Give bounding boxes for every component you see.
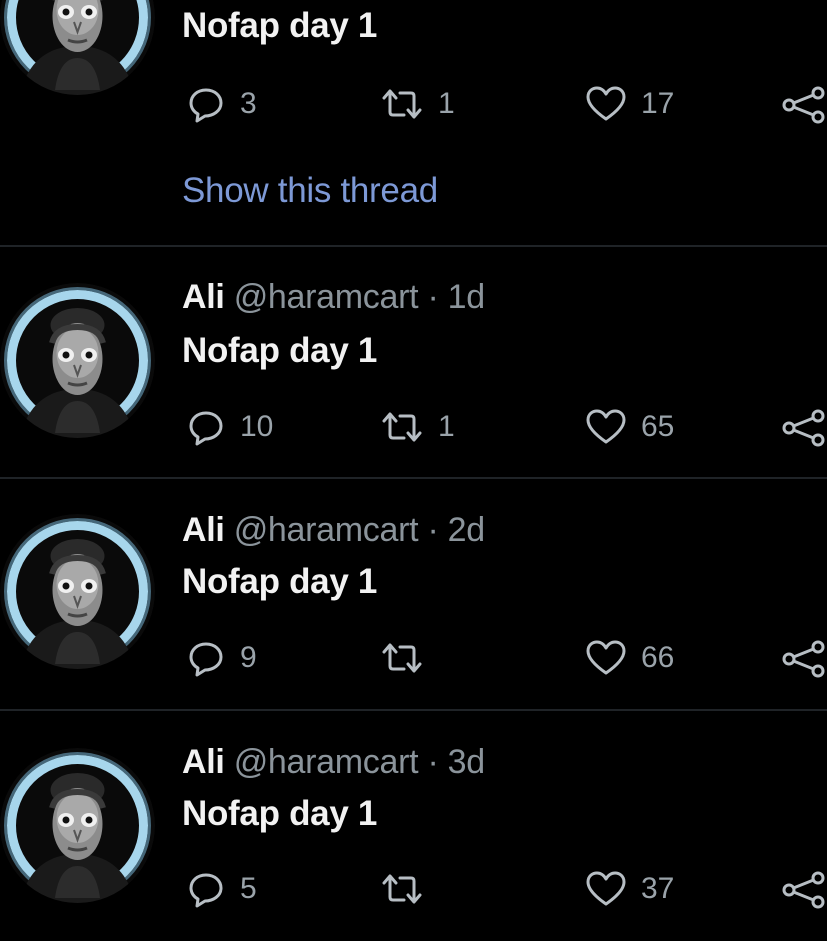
- retweet-count: 1: [438, 87, 455, 120]
- share-icon: [782, 409, 825, 447]
- like-count: 65: [641, 410, 675, 443]
- like-count: 17: [641, 87, 675, 120]
- display-name[interactable]: Ali: [182, 743, 225, 781]
- share-icon: [782, 871, 825, 909]
- heart-icon: [586, 640, 626, 675]
- share-button[interactable]: [780, 636, 827, 680]
- tweet-actions: 5 37: [0, 867, 827, 911]
- retweet-icon: [382, 874, 422, 904]
- tweet-actions: 3 1 17: [0, 82, 827, 126]
- avatar-image: [0, 0, 155, 95]
- reply-button[interactable]: 9: [186, 636, 257, 680]
- like-count: 66: [641, 641, 675, 674]
- avatar[interactable]: [0, 0, 155, 95]
- tweet-header: Ali @haramcart · 3d: [182, 742, 485, 782]
- heart-icon: [586, 86, 626, 121]
- share-icon: [782, 640, 825, 678]
- retweet-icon: [382, 412, 422, 442]
- tweet-text: Nofap day 1: [182, 6, 378, 45]
- timestamp[interactable]: · 1d: [427, 278, 485, 316]
- heart-icon: [586, 409, 626, 444]
- retweet-button[interactable]: 1: [380, 82, 455, 126]
- user-handle[interactable]: @haramcart: [234, 743, 419, 781]
- reply-button[interactable]: 3: [186, 82, 257, 126]
- reply-icon: [189, 642, 223, 677]
- reply-icon: [189, 411, 223, 446]
- timeline-feed: Nofap day 1 3 1 17 Show this thread Ali …: [0, 0, 827, 909]
- tweet-actions: 9 66: [0, 636, 827, 680]
- tweet[interactable]: Ali @haramcart · 3d Nofap day 1 5 37: [0, 711, 827, 941]
- tweet[interactable]: Nofap day 1 3 1 17 Show this thread: [0, 0, 827, 246]
- tweet-actions: 10 1 65: [0, 405, 827, 449]
- reply-count: 10: [240, 410, 274, 443]
- retweet-button[interactable]: 1: [380, 405, 455, 449]
- retweet-button[interactable]: [380, 867, 438, 911]
- retweet-count: 1: [438, 410, 455, 443]
- share-icon: [782, 86, 825, 124]
- tweet-text: Nofap day 1: [182, 794, 378, 833]
- timestamp[interactable]: · 2d: [427, 511, 485, 549]
- tweet[interactable]: Ali @haramcart · 2d Nofap day 1 9 66: [0, 479, 827, 709]
- tweet-header: Ali @haramcart · 1d: [182, 277, 485, 317]
- reply-count: 5: [240, 872, 257, 905]
- like-button[interactable]: 17: [585, 82, 674, 126]
- reply-icon: [189, 88, 223, 123]
- like-button[interactable]: 65: [585, 405, 674, 449]
- tweet-header: Ali @haramcart · 2d: [182, 510, 485, 550]
- display-name[interactable]: Ali: [182, 278, 225, 316]
- retweet-icon: [382, 643, 422, 673]
- reply-button[interactable]: 10: [186, 405, 273, 449]
- tweet-text: Nofap day 1: [182, 331, 378, 370]
- reply-button[interactable]: 5: [186, 867, 257, 911]
- retweet-button[interactable]: [380, 636, 438, 680]
- reply-count: 3: [240, 87, 257, 120]
- timestamp[interactable]: · 3d: [427, 743, 485, 781]
- reply-count: 9: [240, 641, 257, 674]
- share-button[interactable]: [780, 405, 827, 449]
- retweet-icon: [382, 89, 422, 119]
- display-name[interactable]: Ali: [182, 511, 225, 549]
- share-button[interactable]: [780, 82, 827, 126]
- like-count: 37: [641, 872, 675, 905]
- like-button[interactable]: 37: [585, 867, 674, 911]
- reply-icon: [189, 873, 223, 908]
- heart-icon: [586, 871, 626, 906]
- tweet-text: Nofap day 1: [182, 562, 378, 601]
- user-handle[interactable]: @haramcart: [234, 278, 419, 316]
- tweet[interactable]: Ali @haramcart · 1d Nofap day 1 10 1 65: [0, 247, 827, 477]
- show-thread-link[interactable]: Show this thread: [182, 171, 438, 211]
- user-handle[interactable]: @haramcart: [234, 511, 419, 549]
- like-button[interactable]: 66: [585, 636, 674, 680]
- share-button[interactable]: [780, 867, 827, 911]
